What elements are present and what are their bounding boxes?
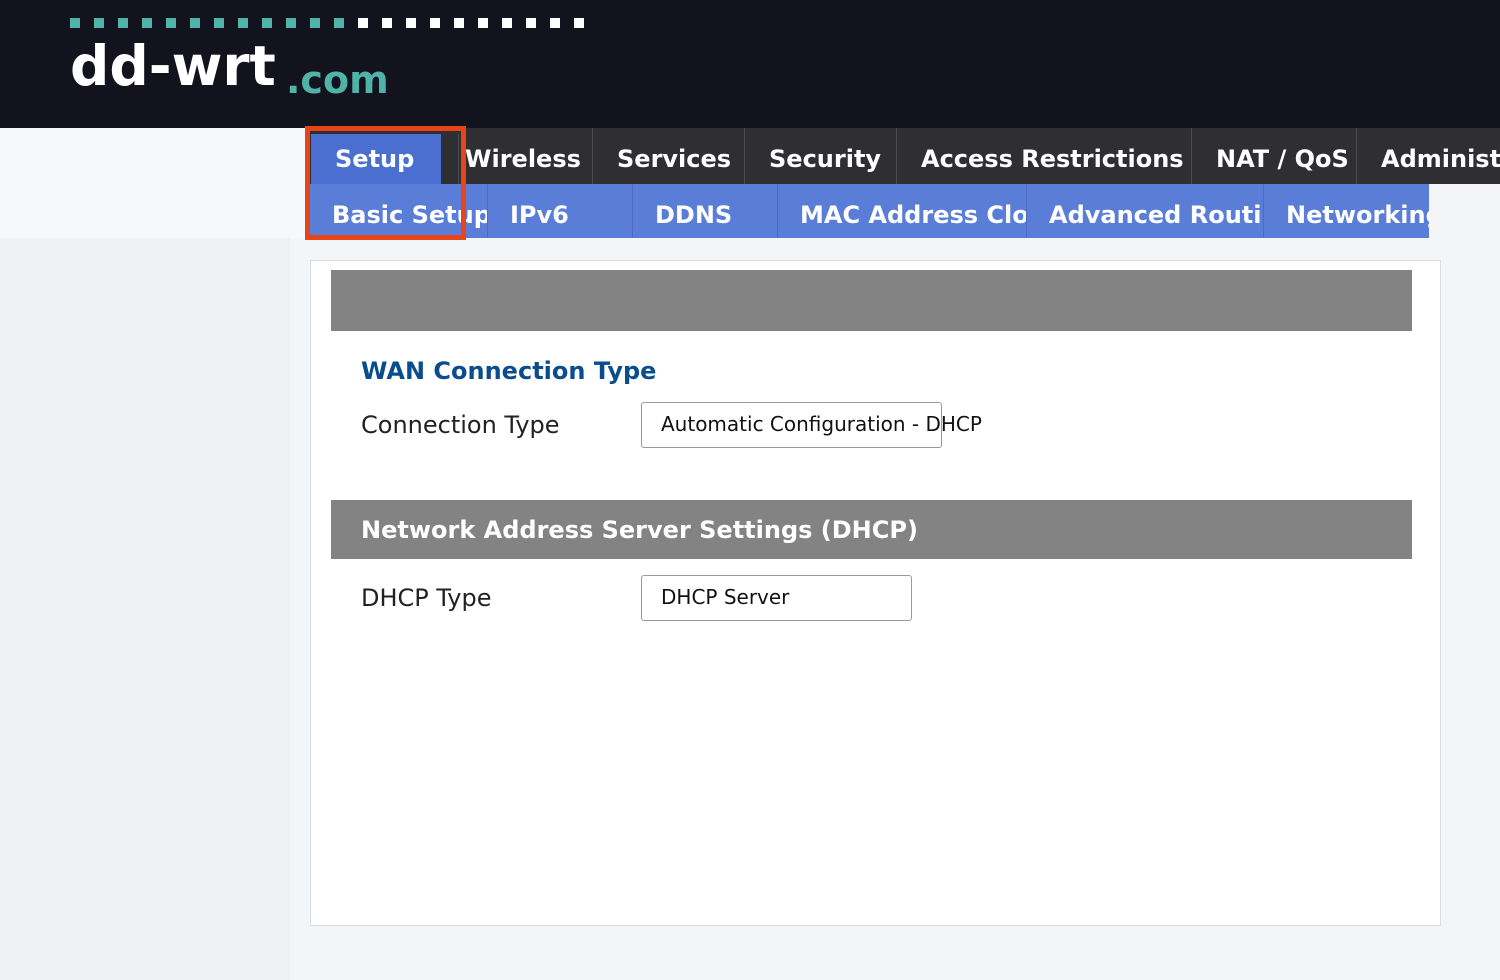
logo-dot [334,18,344,28]
connection-type-label: Connection Type [361,411,560,439]
tab-access-restrictions[interactable]: Access Restrictions [897,128,1192,184]
logo-dot [406,18,416,28]
logo-dot [166,18,176,28]
logo-dot [214,18,224,28]
logo-domain-suffix: .com [286,58,389,102]
tab-label: Administration [1381,145,1500,173]
logo-dot [310,18,320,28]
subtab-label: Networking [1286,201,1429,229]
tab-label: Wireless [465,145,581,173]
subtab-label: Advanced Routing [1049,201,1263,229]
logo-dot [238,18,248,28]
subtab-mac-address-clone[interactable]: MAC Address Clone [778,184,1027,238]
top-section-bar [331,270,1412,331]
tab-services[interactable]: Services [593,128,745,184]
logo-dot [262,18,272,28]
subtab-ipv6[interactable]: IPv6 [488,184,633,238]
subtab-label: DDNS [655,201,733,229]
logo-text: dd-wrt [70,34,276,98]
tab-label: Access Restrictions [921,145,1184,173]
logo-dot-strip [70,18,598,28]
tab-nat-qos[interactable]: NAT / QoS [1192,128,1357,184]
logo-dot [382,18,392,28]
logo-dot [142,18,152,28]
dhcp-type-value: DHCP Server [661,585,790,609]
logo-dot [550,18,560,28]
dhcp-section-bar: Network Address Server Settings (DHCP) [331,500,1412,559]
connection-type-value: Automatic Configuration - DHCP [661,412,982,436]
header-banner: dd-wrt .com [0,0,1500,128]
subtab-label: Basic Setup [332,201,488,229]
logo-dot [70,18,80,28]
subtab-ddns[interactable]: DDNS [633,184,778,238]
tab-label: Security [769,145,882,173]
dhcp-section-title: Network Address Server Settings (DHCP) [361,516,918,544]
logo-dot [526,18,536,28]
subtab-label: IPv6 [510,201,569,229]
connection-type-select[interactable]: Automatic Configuration - DHCP [641,402,982,448]
logo-dot [454,18,464,28]
left-nav-spacer [0,128,305,238]
tab-administration[interactable]: Administration [1357,128,1500,184]
left-sidebar-background [0,128,290,980]
tab-label: Setup [335,145,415,173]
subtab-networking[interactable]: Networking [1264,184,1429,238]
logo-dot [94,18,104,28]
tab-label: NAT / QoS [1216,145,1349,173]
wan-section-title: WAN Connection Type [361,357,657,385]
dhcp-type-select[interactable]: DHCP Server [641,575,912,621]
logo-dot [286,18,296,28]
logo-dot [190,18,200,28]
settings-panel: WAN Connection Type Connection Type Auto… [310,260,1441,926]
logo-dot [118,18,128,28]
logo-dot [502,18,512,28]
logo-dot [358,18,368,28]
logo-dot [430,18,440,28]
tab-setup[interactable]: Setup [311,134,441,184]
logo-dot [574,18,584,28]
subtab-basic-setup[interactable]: Basic Setup [311,184,488,238]
main-nav: Setup Wireless Services Security Access … [305,128,1500,184]
subtab-label: MAC Address Clone [800,201,1026,229]
logo-dot [478,18,488,28]
tab-security[interactable]: Security [745,128,897,184]
subtab-advanced-routing[interactable]: Advanced Routing [1027,184,1264,238]
tab-label: Services [617,145,732,173]
dhcp-type-label: DHCP Type [361,584,492,612]
sub-nav: Basic Setup IPv6 DDNS MAC Address Clone … [305,184,1429,238]
tab-setup-edge [441,134,459,184]
tab-wireless[interactable]: Wireless [459,128,593,184]
